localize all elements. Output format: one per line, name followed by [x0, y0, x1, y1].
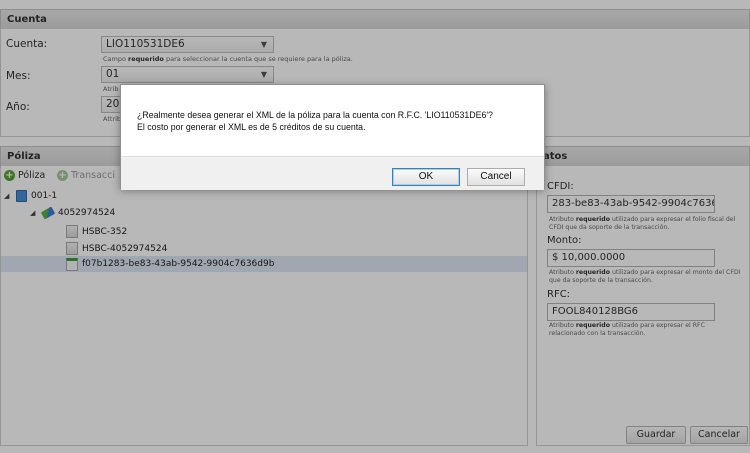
dialog-message-line-2: El costo por generar el XML es de 5 créd… [137, 122, 366, 132]
dialog-message: ¿Realmente desea generar el XML de la pó… [137, 109, 493, 133]
confirm-dialog: ¿Realmente desea generar el XML de la pó… [120, 84, 545, 190]
modal-overlay [0, 0, 750, 453]
dialog-button-bar: OK Cancel [121, 156, 544, 190]
ok-button[interactable]: OK [392, 168, 460, 186]
dialog-message-line-1: ¿Realmente desea generar el XML de la pó… [137, 110, 493, 120]
cancel-button[interactable]: Cancel [467, 168, 525, 186]
